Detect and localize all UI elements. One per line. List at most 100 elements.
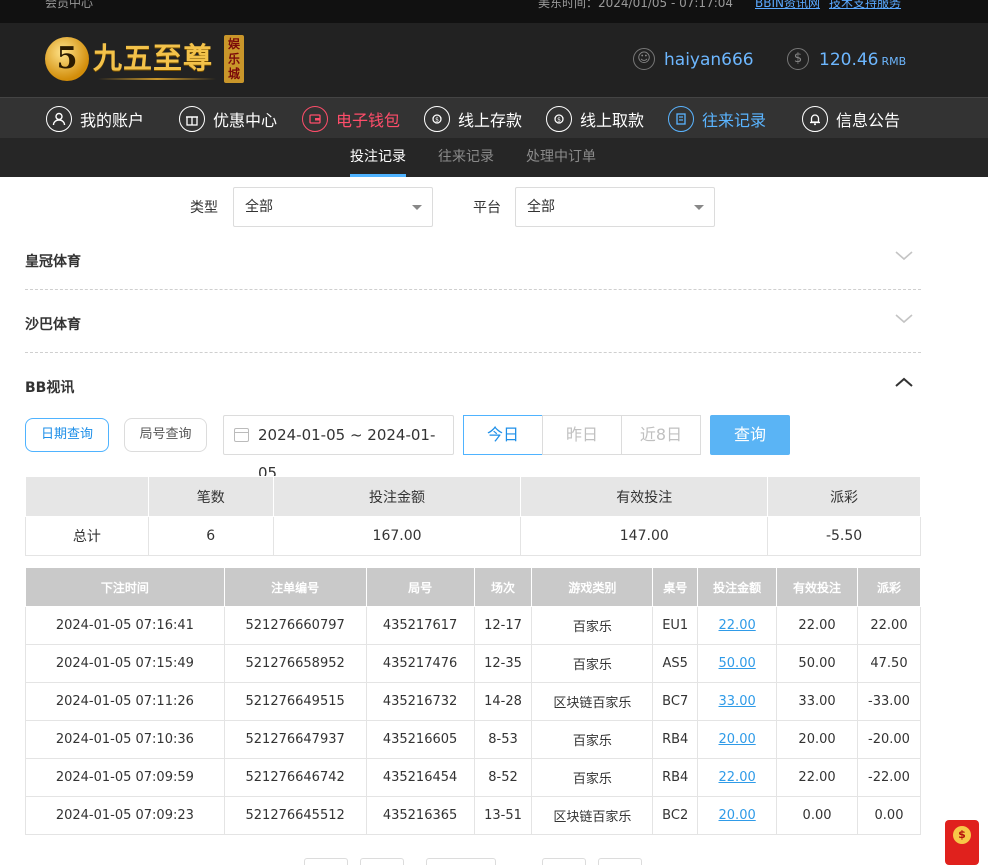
section-crown-sports[interactable]: 皇冠体育 [25,251,81,271]
username[interactable]: haiyan666 [664,50,754,70]
table-cell: EU1 [652,606,699,645]
round-query-button[interactable]: 局号查询 [124,418,207,452]
nav-my-account[interactable]: 我的账户 [46,98,144,139]
summary-header [25,476,149,517]
table-cell: 12-17 [473,606,533,645]
member-center-link[interactable]: 会员中心 [45,0,93,11]
bet-amount-link[interactable]: 20.00 [697,796,778,835]
summary-cell: 总计 [25,516,149,556]
nav-online-withdraw[interactable]: $ 线上取款 [546,98,644,139]
chevron-up-icon[interactable] [895,376,913,394]
pagination-next[interactable] [542,858,586,865]
date-query-button[interactable]: 日期查询 [25,418,109,452]
pagination-page-input[interactable] [426,858,496,865]
nav-transaction-records[interactable]: 往来记录 [668,98,766,139]
sub-nav: 投注记录 往来记录 处理中订单 [0,138,988,177]
table-cell: 50.00 [776,644,858,683]
nav-label: 信息公告 [836,110,901,130]
table-cell: 0.00 [856,796,922,835]
detail-header-row: 下注时间 注单编号 局号 场次 游戏类别 桌号 投注金额 有效投注 派彩 [25,567,922,607]
nav-e-wallet[interactable]: 电子钱包 [302,98,400,139]
platform-select-value: 全部 [527,199,555,215]
detail-header: 投注金额 [697,567,778,607]
balance-amount: 120.46 [819,50,879,70]
bell-icon [802,105,828,132]
table-row: 2024-01-05 07:11:26 521276649515 435216732… [25,682,922,721]
summary-header-row: 笔数 投注金额 有效投注 派彩 [25,476,921,517]
calendar-icon [234,428,249,442]
table-cell: -20.00 [856,720,922,759]
detail-header: 游戏类别 [531,567,654,607]
table-cell: 区块链百家乐 [531,796,654,835]
caret-down-icon [694,205,704,210]
bbin-news-link[interactable]: BBIN资讯网 [755,0,820,11]
nav-announcements[interactable]: 信息公告 [802,98,900,139]
bet-amount-link[interactable]: 20.00 [697,720,778,759]
nav-promotions[interactable]: 优惠中心 [179,98,277,139]
table-cell: 百家乐 [531,720,654,759]
date-range-input[interactable]: 2024-01-05 ~ 2024-01-05 [223,415,454,482]
nav-label: 线上存款 [458,110,523,130]
tab-pending-orders[interactable]: 处理中订单 [526,138,596,177]
table-cell: 20.00 [776,720,858,759]
balance-coin-icon: $ [787,48,809,70]
chevron-down-icon[interactable] [895,313,913,331]
bet-amount-link[interactable]: 22.00 [697,758,778,797]
site-header: 5 九五至尊 娱乐城 ☺ haiyan666 $ 120.46 RMB [0,23,988,97]
pagination-last[interactable] [598,858,642,865]
bet-detail-table: 下注时间 注单编号 局号 场次 游戏类别 桌号 投注金额 有效投注 派彩 202… [25,567,922,835]
yesterday-button[interactable]: 昨日 [542,415,622,455]
logo-text[interactable]: 九五至尊 [93,35,213,77]
table-cell: RB4 [652,758,699,797]
tab-transaction-records[interactable]: 往来记录 [438,138,494,177]
pagination-prev[interactable] [360,858,404,865]
bet-amount-link[interactable]: 22.00 [697,606,778,645]
table-cell: 14-28 [473,682,533,721]
last-8-days-button[interactable]: 近8日 [621,415,701,455]
red-packet-icon[interactable]: $ [945,820,979,865]
table-cell: 百家乐 [531,758,654,797]
bet-amount-link[interactable]: 50.00 [697,644,778,683]
pagination-first[interactable] [304,858,348,865]
section-saba-sports[interactable]: 沙巴体育 [25,314,81,334]
today-button[interactable]: 今日 [463,415,543,455]
red-packet-coin-icon: $ [953,826,971,844]
table-cell: 22.00 [856,606,922,645]
user-icon [46,105,72,132]
summary-cell: -5.50 [767,516,921,556]
account-balance: 120.46 RMB [819,50,906,70]
tech-support-link[interactable]: 技术支持服务 [829,0,901,11]
section-divider [25,289,921,290]
balance-currency: RMB [881,55,907,68]
platform-select[interactable]: 全部 [515,187,715,227]
table-row: 2024-01-05 07:09:23 521276645512 435216365… [25,796,922,835]
tab-bet-records[interactable]: 投注记录 [350,138,406,177]
detail-header: 下注时间 [25,567,225,607]
section-bb-live[interactable]: BB视讯 [25,377,74,397]
nav-label: 我的账户 [80,110,145,130]
table-cell: 2024-01-05 07:09:59 [25,758,225,797]
type-select[interactable]: 全部 [233,187,433,227]
chevron-down-icon[interactable] [895,250,913,268]
table-cell: 0.00 [776,796,858,835]
table-cell: 2024-01-05 07:15:49 [25,644,225,683]
table-cell: 12-35 [473,644,533,683]
nav-online-deposit[interactable]: $ 线上存款 [424,98,522,139]
logo-mark[interactable]: 5 [45,37,89,81]
svg-text:$: $ [435,116,439,123]
table-cell: 2024-01-05 07:10:36 [25,720,225,759]
gift-icon [179,105,205,132]
table-cell: 521276645512 [223,796,367,835]
query-button[interactable]: 查询 [710,415,790,455]
bet-amount-link[interactable]: 33.00 [697,682,778,721]
table-cell: -22.00 [856,758,922,797]
date-range-value: 2024-01-05 ~ 2024-01-05 [258,426,436,482]
nav-label: 优惠中心 [213,110,278,130]
server-time: 美东时间：2024/01/05 - 07:17:04 [538,0,734,10]
nav-label: 电子钱包 [336,110,401,130]
logo-underline [98,78,216,80]
summary-row: 总计 6 167.00 147.00 -5.50 [25,516,921,556]
table-cell: RB4 [652,720,699,759]
records-icon [668,105,694,132]
summary-cell: 167.00 [272,516,522,556]
